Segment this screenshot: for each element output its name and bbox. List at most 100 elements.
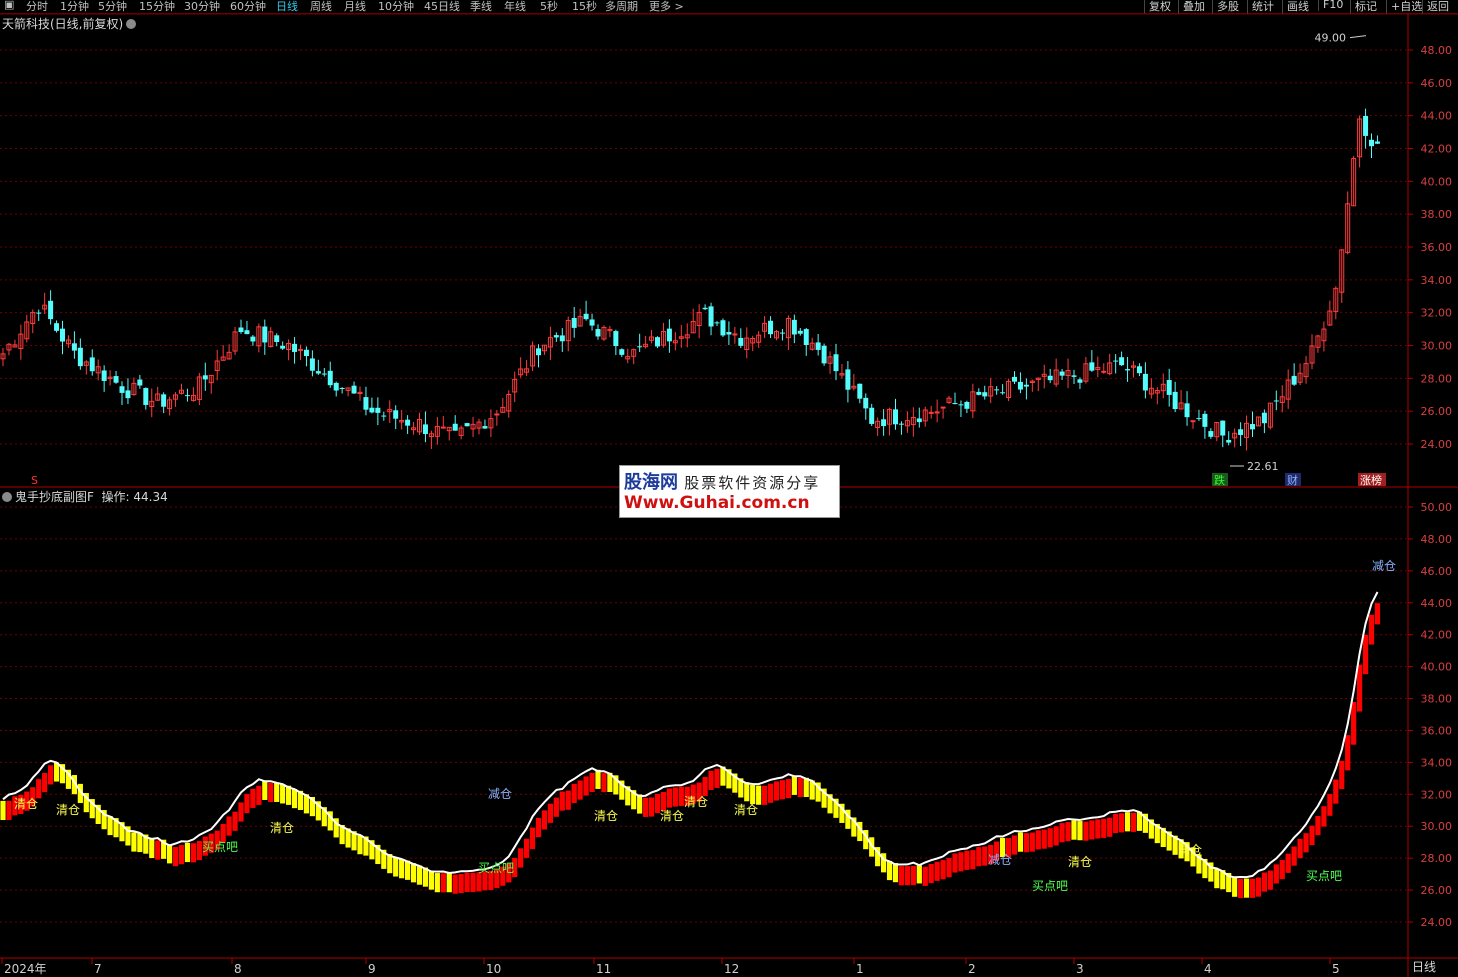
signal-bar: [934, 861, 940, 881]
candle-body: [1208, 431, 1214, 437]
candle-body: [655, 337, 660, 347]
main-y-tick-label: 42.00: [1421, 143, 1453, 156]
signal-bar: [916, 864, 922, 884]
signal-bar: [982, 846, 988, 866]
signal-bar: [137, 832, 143, 853]
signal-bar: [750, 785, 756, 805]
signal-label: 减仓: [988, 853, 1012, 867]
candle-body: [292, 343, 298, 352]
signal-bar: [577, 780, 583, 800]
signal-bar: [172, 847, 179, 867]
signal-bar: [547, 803, 553, 823]
candle-body: [54, 323, 60, 331]
candle-body: [857, 383, 863, 399]
sub-y-tick-label: 42.00: [1421, 629, 1453, 642]
x-axis-label: 12: [724, 962, 739, 976]
main-y-tick-label: 44.00: [1421, 110, 1453, 123]
candle-body: [869, 407, 875, 424]
low-price-label: 22.61: [1247, 460, 1279, 473]
candle-body: [1363, 115, 1369, 136]
candle-body: [738, 337, 744, 346]
signal-bar: [803, 777, 809, 797]
signal-bar: [708, 770, 714, 790]
signal-bar: [464, 872, 470, 892]
candle-body: [60, 328, 65, 342]
signal-bar: [416, 865, 423, 885]
signal-bar: [238, 802, 244, 822]
signal-bar: [452, 874, 458, 894]
candle-body: [726, 332, 732, 335]
signal-bar: [928, 863, 934, 884]
signal-bar: [1124, 812, 1131, 832]
signal-bar: [601, 772, 607, 793]
signal-bar: [1017, 832, 1024, 852]
signal-bar: [1107, 817, 1113, 837]
main-y-tick-label: 36.00: [1421, 241, 1453, 254]
candle-body: [244, 330, 250, 335]
candle-body: [202, 375, 208, 380]
signal-bar: [1285, 853, 1291, 873]
candle-body: [161, 394, 167, 407]
candle-body: [994, 389, 1000, 391]
signal-bar: [529, 827, 536, 850]
candle-body: [1125, 369, 1131, 371]
candle-body: [482, 426, 488, 429]
signal-bar: [36, 779, 42, 799]
candle-body: [1023, 384, 1029, 387]
watermark-url: Www.Guhai.com.cn: [624, 493, 810, 513]
signal-bar: [1321, 806, 1327, 827]
candle-body: [1250, 424, 1255, 430]
event-marker: 涨榜: [1360, 473, 1382, 487]
signal-bar: [637, 794, 643, 814]
candle-body: [1291, 375, 1297, 385]
signal-bar: [1243, 878, 1250, 898]
candle-body: [452, 423, 458, 431]
candle-body: [494, 413, 500, 416]
signal-bar: [1041, 829, 1047, 849]
event-marker: 跌: [1214, 473, 1225, 487]
signal-bar: [131, 832, 137, 852]
signal-bar: [6, 800, 12, 821]
candle-body: [1369, 139, 1374, 147]
candle-body: [422, 424, 428, 435]
signal-bar: [280, 784, 286, 804]
signal-bar: [458, 873, 464, 894]
sub-y-tick-label: 30.00: [1421, 820, 1453, 833]
candle-body: [89, 357, 95, 372]
signal-bar: [410, 863, 417, 883]
event-marker: 财: [1287, 473, 1298, 487]
candle-body: [1071, 375, 1077, 377]
main-y-tick-label: 46.00: [1421, 77, 1453, 90]
signal-bar: [470, 872, 476, 892]
main-y-tick-label: 34.00: [1421, 274, 1453, 287]
event-marker: S: [31, 474, 38, 487]
main-y-tick-label: 32.00: [1421, 307, 1453, 320]
candle-body: [1136, 366, 1142, 374]
signal-bar: [357, 835, 363, 855]
main-y-tick-label: 48.00: [1421, 44, 1453, 57]
signal-bar: [184, 842, 191, 863]
candle-body: [1196, 418, 1202, 420]
sub-y-tick-label: 32.00: [1421, 788, 1453, 801]
candle-body: [803, 329, 809, 345]
signal-label: 减仓: [488, 787, 512, 801]
signal-label: 清仓: [1068, 855, 1092, 869]
candle-body: [982, 392, 988, 397]
signal-bar: [1374, 603, 1381, 625]
sub-y-tick-label: 38.00: [1421, 693, 1453, 706]
signal-bar: [1273, 864, 1279, 884]
signal-bar: [964, 850, 970, 870]
signal-bar: [1345, 735, 1351, 771]
candle-body: [184, 395, 190, 397]
candle-body: [125, 390, 131, 399]
signal-bar: [262, 780, 268, 800]
signal-label: 减仓: [1372, 559, 1396, 573]
candle-body: [143, 388, 149, 405]
signal-bar: [892, 863, 899, 883]
candle-body: [881, 419, 887, 427]
x-axis-label: 9: [368, 962, 376, 976]
candle-body: [405, 419, 411, 426]
candle-body: [48, 300, 54, 320]
signal-bar: [940, 860, 946, 880]
signal-bar: [399, 859, 405, 879]
